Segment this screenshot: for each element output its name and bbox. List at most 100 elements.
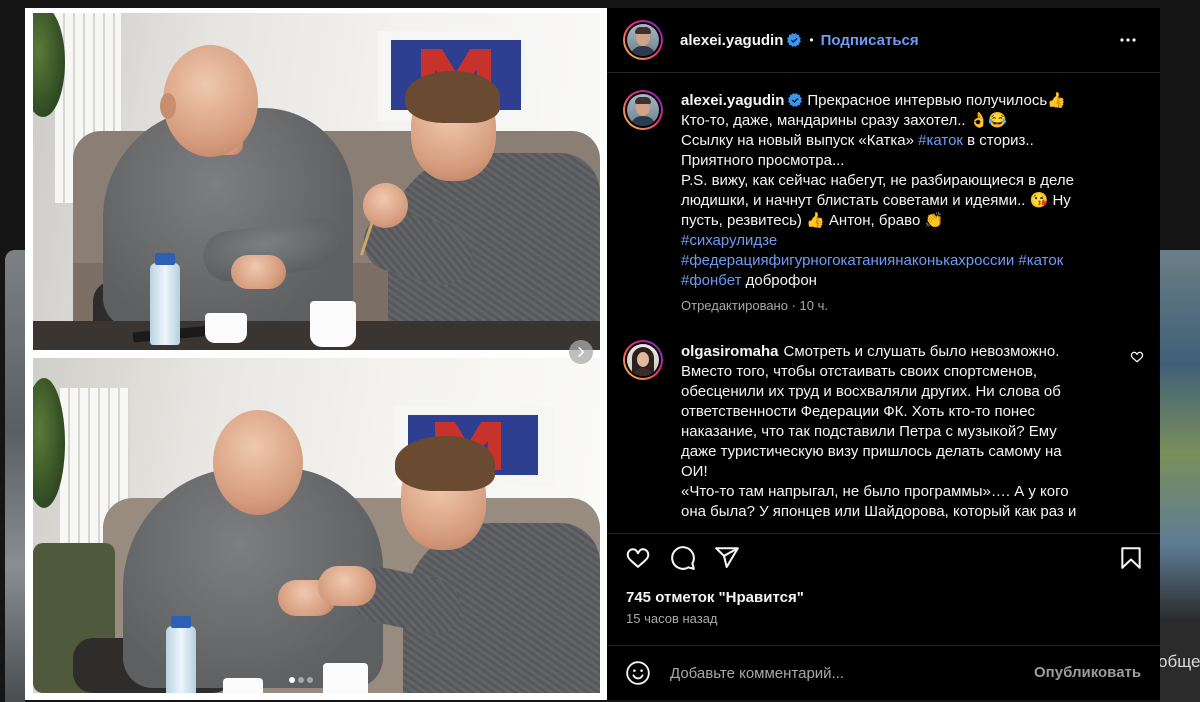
publish-button[interactable]: Опубликовать xyxy=(1034,663,1141,683)
add-comment-row: Опубликовать xyxy=(607,645,1160,700)
hashtag-link[interactable]: #федерацияфигурногокатаниянаконькахросси… xyxy=(681,252,1063,269)
share-button[interactable] xyxy=(714,545,740,571)
caption-username-link[interactable]: alexei.yagudin xyxy=(681,92,784,109)
comment-text-segment: Смотреть и слушать было невозможно. xyxy=(783,343,1060,360)
caption-text-segment: Приятного просмотра... xyxy=(681,152,845,169)
author-row: alexei.yagudin • Подписаться xyxy=(680,30,919,50)
caption-line: alexei.yagudin Прекрасное интервью получи… xyxy=(681,91,1074,111)
heart-outline-icon xyxy=(626,548,650,568)
blurred-page-left-strip xyxy=(5,250,25,702)
comment-button[interactable] xyxy=(670,545,696,571)
caption-author-avatar[interactable] xyxy=(623,90,663,130)
caption-line: #сихарулидзе xyxy=(681,231,1074,251)
more-options-button[interactable] xyxy=(1116,28,1140,52)
caption-line: P.S. вижу, как сейчас набегут, не разбир… xyxy=(681,171,1074,191)
caption-line: Кто-то, даже, мандарины сразу захотел.. … xyxy=(681,111,1074,131)
paper-plane-icon xyxy=(715,547,739,569)
caption-line: Ссылку на новый выпуск «Катка» #каток в … xyxy=(681,131,1074,151)
smiley-icon xyxy=(626,661,650,685)
save-button[interactable] xyxy=(1118,545,1144,571)
commenter-avatar[interactable] xyxy=(623,340,663,380)
hashtag-link[interactable]: #фонбет xyxy=(681,272,741,289)
carousel-dot xyxy=(307,677,313,683)
avatar-photo xyxy=(627,24,659,56)
post-photo-top[interactable] xyxy=(33,13,600,350)
caption-line: Приятного просмотра... xyxy=(681,151,1074,171)
blurred-page-right-strip: обще xyxy=(1160,250,1200,702)
cup-small xyxy=(205,313,247,343)
author-avatar[interactable] xyxy=(623,20,663,60)
caption-text-segment: Кто-то, даже, мандарины сразу захотел.. … xyxy=(681,112,1008,129)
man-right-hair xyxy=(405,71,500,123)
like-button[interactable] xyxy=(625,545,651,571)
man-right-hand xyxy=(318,566,376,606)
follow-button[interactable]: Подписаться xyxy=(821,32,919,49)
caption-text-segment: P.S. вижу, как сейчас набегут, не разбир… xyxy=(681,172,1074,189)
comment-body: olgasiromaha Смотреть и слушать было нево… xyxy=(681,342,1076,522)
cup-small xyxy=(223,678,263,693)
comment-line: ответственности Федерации ФК. Хоть кто-т… xyxy=(681,403,1036,420)
caption-line: #федерацияфигурногокатаниянаконькахросси… xyxy=(681,251,1074,271)
comment-bubble-icon xyxy=(671,546,695,570)
man-left-ear xyxy=(160,93,176,119)
comment-input[interactable] xyxy=(670,663,1020,683)
hashtag-link[interactable]: #каток xyxy=(918,132,963,149)
comment-line: наказание, что так подставили Петра с му… xyxy=(681,423,1057,440)
background-page-text: обще xyxy=(1160,652,1200,671)
bottle-cap xyxy=(155,253,175,265)
post-media-carousel[interactable] xyxy=(25,8,607,700)
carousel-dots xyxy=(289,677,313,683)
post-action-bar xyxy=(607,533,1160,583)
more-horizontal-icon xyxy=(1120,38,1136,42)
caption-text-segment: пусть, резвитесь) 👍 Антон, браво 👏 xyxy=(681,212,944,229)
comment-line: даже туристическую визу пришлось делать … xyxy=(681,443,1062,460)
commenter-username-link[interactable]: olgasiromaha xyxy=(681,343,779,360)
post-photo-bottom[interactable] xyxy=(33,358,600,693)
caption-text-segment: доброфон xyxy=(741,272,817,289)
man-left-hand xyxy=(231,255,286,289)
post-caption: alexei.yagudin Прекрасное интервью получи… xyxy=(681,91,1074,291)
avatar-photo xyxy=(627,94,659,126)
comment-line: обесценили их труд и восхваляли других. … xyxy=(681,383,1061,400)
comment-line: «Что-то там напрыгал, не было программы»… xyxy=(681,483,1069,500)
heart-outline-icon xyxy=(1130,351,1144,363)
man-right-hand xyxy=(363,183,408,228)
caption-line: людишки, и начнут блистать советами и ид… xyxy=(681,191,1074,211)
caption-text-segment: людишки, и начнут блистать советами и ид… xyxy=(681,192,1071,209)
emoji-picker-button[interactable] xyxy=(625,660,651,686)
verified-badge-icon xyxy=(787,33,802,47)
caption-line: #фонбет доброфон xyxy=(681,271,1074,291)
cup-large xyxy=(323,663,368,693)
man-right-hair xyxy=(395,436,495,491)
author-username-link[interactable]: alexei.yagudin xyxy=(680,32,783,49)
post-details-panel: alexei.yagudin • Подписаться alexei.yagu… xyxy=(607,8,1160,700)
comment-line: она была? У японцев или Шайдорова, котор… xyxy=(681,503,1077,520)
comment-line: Вместо того, чтобы отстаивать своих спор… xyxy=(681,363,1038,380)
comments-scroll-area[interactable]: alexei.yagudin Прекрасное интервью получи… xyxy=(607,73,1160,533)
carousel-dot-active xyxy=(289,677,295,683)
comment-like-button[interactable] xyxy=(1130,350,1144,364)
man-left-head xyxy=(213,410,303,515)
water-bottle xyxy=(166,626,196,693)
caption-text-segment: Ссылку на новый выпуск «Катка» xyxy=(681,132,919,149)
water-bottle xyxy=(150,263,180,345)
caption-text-segment: в сториз.. xyxy=(962,132,1034,149)
hashtag-link[interactable]: #сихарулидзе xyxy=(681,232,777,249)
comment-line: ОИ! xyxy=(681,463,708,480)
likes-count[interactable]: 745 отметок "Нравится" xyxy=(626,588,804,608)
caption-text-segment: Прекрасное интервью получилось👍 xyxy=(807,92,1066,109)
bookmark-icon xyxy=(1121,547,1141,569)
carousel-dot xyxy=(298,677,304,683)
cup-large xyxy=(310,301,356,347)
man-left-head xyxy=(163,45,258,157)
chevron-right-icon xyxy=(578,347,585,357)
carousel-next-button[interactable] xyxy=(569,340,593,364)
bottle-cap xyxy=(171,616,191,628)
caption-line: пусть, резвитесь) 👍 Антон, браво 👏 xyxy=(681,211,1074,231)
post-timestamp: 15 часов назад xyxy=(626,611,718,626)
verified-badge-icon xyxy=(788,93,803,107)
avatar-photo xyxy=(627,344,659,376)
comment-line: olgasiromaha Смотреть и слушать было нево… xyxy=(681,342,1076,362)
caption-edited-timestamp: Отредактировано · 10 ч. xyxy=(681,298,828,313)
header-separator: • xyxy=(809,33,814,47)
